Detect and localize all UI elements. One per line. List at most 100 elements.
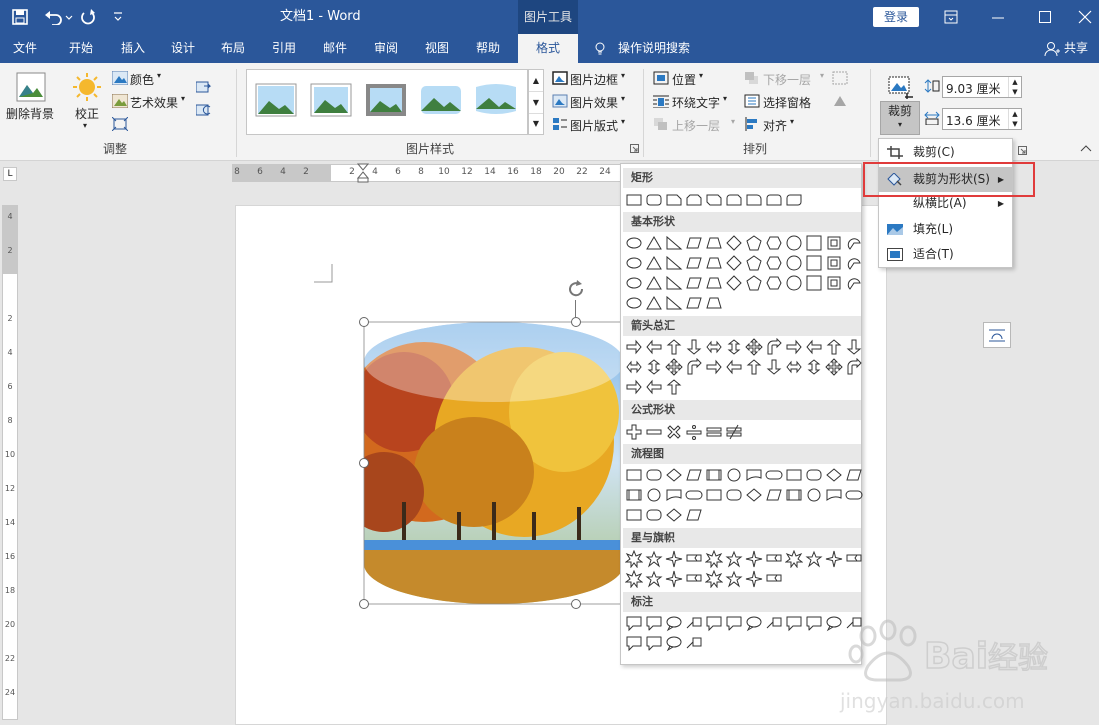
- shape-option[interactable]: [725, 358, 743, 376]
- styles-launcher-icon[interactable]: [630, 144, 639, 153]
- shape-option[interactable]: [625, 634, 643, 652]
- shape-option[interactable]: [784, 549, 804, 569]
- shape-option[interactable]: [624, 549, 644, 569]
- rotate-icon[interactable]: [832, 94, 848, 108]
- shape-option[interactable]: [645, 466, 663, 484]
- shape-option[interactable]: [725, 550, 743, 568]
- shape-option[interactable]: [725, 274, 743, 292]
- wrap-text-button[interactable]: 环绕文字: [672, 94, 720, 111]
- group-objects-icon[interactable]: [832, 71, 848, 85]
- send-backward-button[interactable]: 下移一层: [763, 71, 811, 88]
- shape-option[interactable]: [805, 466, 823, 484]
- shape-option[interactable]: [845, 550, 863, 568]
- size-launcher-icon[interactable]: [1018, 146, 1027, 155]
- tab-home[interactable]: 开始: [60, 34, 102, 63]
- close-icon[interactable]: [1078, 10, 1092, 24]
- shape-option[interactable]: [624, 569, 644, 589]
- shape-equal[interactable]: [705, 423, 723, 441]
- shape-option[interactable]: [645, 614, 663, 632]
- shape-option[interactable]: [625, 274, 643, 292]
- shape-option[interactable]: [845, 466, 863, 484]
- gallery-scroll[interactable]: ▲ ▼ ▼: [528, 69, 544, 135]
- shape-option[interactable]: [685, 550, 703, 568]
- tab-design[interactable]: 设计: [162, 34, 204, 63]
- shape-option[interactable]: [625, 486, 643, 504]
- shape-snip-round-rectangle[interactable]: [725, 191, 743, 209]
- crop-button-pressed[interactable]: 裁剪 ▾: [880, 101, 920, 135]
- shape-option[interactable]: [765, 337, 783, 356]
- resize-handle-n[interactable]: [571, 317, 581, 327]
- shape-option[interactable]: [765, 614, 783, 632]
- shape-option[interactable]: [625, 234, 643, 252]
- shape-option[interactable]: [665, 634, 683, 652]
- tab-references[interactable]: 引用: [263, 34, 305, 63]
- shape-option[interactable]: [705, 294, 723, 312]
- shape-option[interactable]: [704, 569, 724, 589]
- picture-style-4[interactable]: [420, 83, 462, 117]
- resize-handle-w[interactable]: [359, 458, 369, 468]
- shape-option[interactable]: [745, 614, 763, 632]
- shape-round-diagonal-rectangle[interactable]: [785, 191, 803, 209]
- shape-option[interactable]: [725, 234, 743, 252]
- shape-option[interactable]: [785, 254, 803, 272]
- shape-option[interactable]: [665, 274, 683, 292]
- shape-option[interactable]: [665, 358, 683, 376]
- shape-option[interactable]: [645, 294, 663, 312]
- shape-option[interactable]: [665, 570, 683, 588]
- layout-options-button[interactable]: [983, 322, 1011, 348]
- shape-option[interactable]: [745, 274, 763, 292]
- shape-snip-same-side-rectangle[interactable]: [685, 191, 703, 209]
- selection-pane-button[interactable]: 选择窗格: [763, 94, 811, 111]
- shape-option[interactable]: [705, 466, 723, 484]
- compress-pictures-icon[interactable]: [112, 117, 128, 131]
- shape-option[interactable]: [645, 254, 663, 272]
- shape-option[interactable]: [725, 338, 743, 356]
- resize-handle-s[interactable]: [571, 599, 581, 609]
- picture-style-2[interactable]: [310, 83, 352, 117]
- menu-item-fit[interactable]: 适合(T): [879, 242, 1012, 267]
- shape-option[interactable]: [745, 234, 763, 252]
- shape-option[interactable]: [645, 274, 663, 292]
- shape-option[interactable]: [645, 486, 663, 504]
- tab-file[interactable]: 文件: [4, 34, 46, 63]
- customize-icon[interactable]: [112, 11, 124, 23]
- shape-round-single-corner-rectangle[interactable]: [745, 191, 763, 209]
- height-field[interactable]: 9.03 厘米 ▲ ▼: [942, 76, 1022, 98]
- shape-option[interactable]: [685, 338, 703, 356]
- shape-option[interactable]: [645, 338, 663, 356]
- shape-option[interactable]: [805, 254, 823, 272]
- width-spinner[interactable]: ▲ ▼: [1008, 109, 1021, 129]
- shape-option[interactable]: [845, 274, 863, 292]
- shape-option[interactable]: [805, 338, 823, 356]
- undo-icon[interactable]: [44, 9, 74, 25]
- shape-option[interactable]: [685, 570, 703, 588]
- shape-option[interactable]: [745, 358, 763, 376]
- ribbon-display-icon[interactable]: [944, 10, 958, 24]
- horizontal-ruler[interactable]: 8 6 4 2 2 4 6 8 10 12 14 16 18 20 22 24: [232, 163, 622, 183]
- shape-option[interactable]: [785, 274, 803, 292]
- position-button[interactable]: 位置: [672, 71, 696, 88]
- shape-option[interactable]: [825, 338, 843, 356]
- reset-picture-icon[interactable]: [196, 103, 212, 117]
- shape-option[interactable]: [645, 234, 663, 252]
- shape-divide[interactable]: [685, 423, 703, 441]
- remove-background-button[interactable]: 删除背景: [6, 105, 54, 122]
- shape-option[interactable]: [765, 234, 783, 252]
- shape-option[interactable]: [665, 294, 683, 312]
- shape-option[interactable]: [665, 506, 683, 524]
- shape-option[interactable]: [665, 234, 683, 252]
- picture-style-5[interactable]: [475, 83, 517, 117]
- shape-option[interactable]: [685, 486, 703, 504]
- shape-option[interactable]: [805, 234, 823, 252]
- shape-option[interactable]: [625, 358, 643, 376]
- rotate-handle-icon[interactable]: [565, 278, 587, 300]
- shape-round-same-side-rectangle[interactable]: [765, 191, 783, 209]
- shape-option[interactable]: [665, 550, 683, 568]
- shape-option[interactable]: [845, 486, 863, 504]
- maximize-icon[interactable]: [1038, 10, 1052, 24]
- tell-me-search[interactable]: 操作说明搜索: [618, 34, 690, 63]
- vertical-ruler[interactable]: 4 2 2 4 6 8 10 12 14 16 18 20 22 24: [2, 205, 18, 720]
- shape-option[interactable]: [825, 358, 843, 376]
- shape-option[interactable]: [685, 466, 703, 484]
- picture-effects-button[interactable]: 图片效果: [570, 94, 618, 111]
